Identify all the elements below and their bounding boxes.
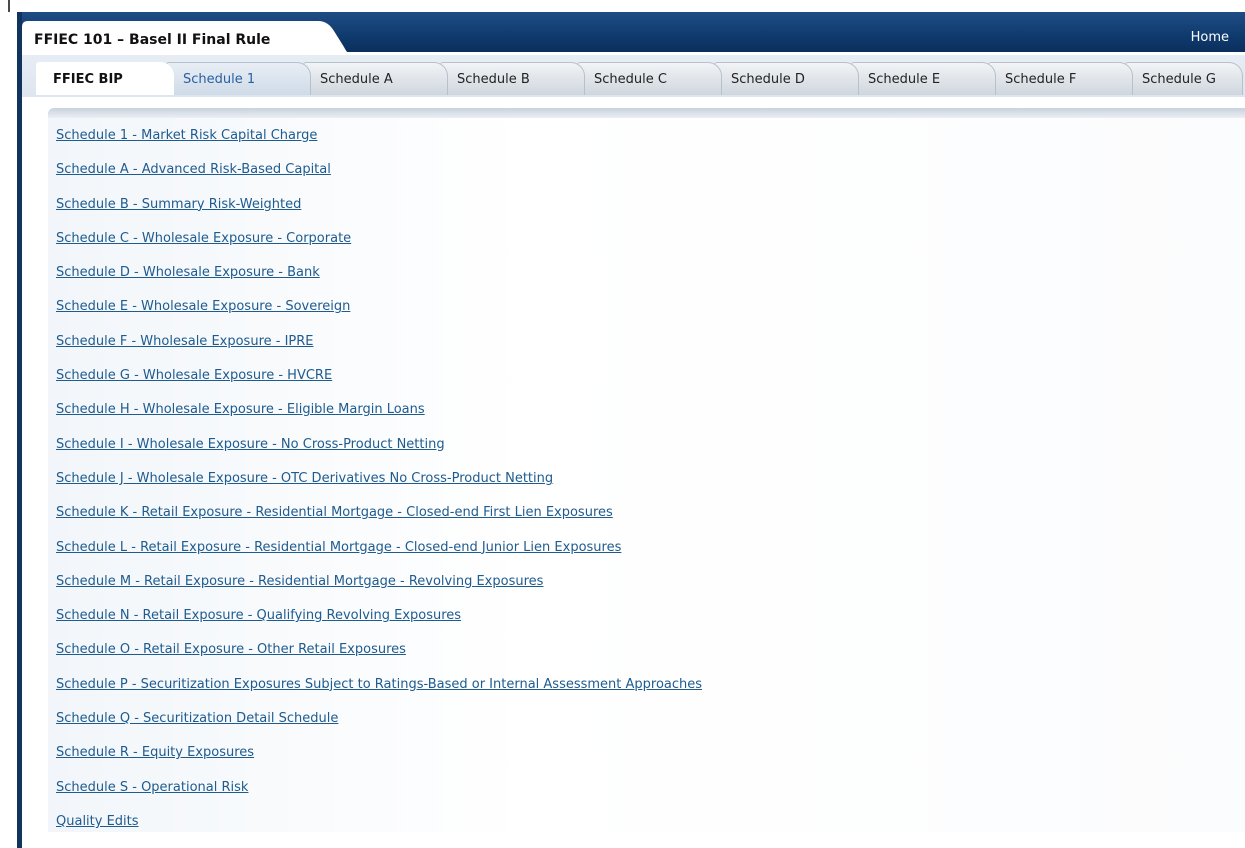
list-item: Schedule C - Wholesale Exposure - Corpor… (56, 227, 702, 261)
list-item: Schedule S - Operational Risk (56, 776, 702, 810)
schedule-g-link[interactable]: Schedule G - Wholesale Exposure - HVCRE (56, 368, 332, 383)
schedule-a-link[interactable]: Schedule A - Advanced Risk-Based Capital (56, 162, 331, 177)
schedule-l-link[interactable]: Schedule L - Retail Exposure - Residenti… (56, 540, 621, 555)
list-item: Schedule L - Retail Exposure - Residenti… (56, 536, 702, 570)
schedule-link-list: Schedule 1 - Market Risk Capital Charge … (56, 124, 702, 844)
schedule-k-link[interactable]: Schedule K - Retail Exposure - Residenti… (56, 505, 613, 520)
list-item: Schedule O - Retail Exposure - Other Ret… (56, 638, 702, 672)
schedule-n-link[interactable]: Schedule N - Retail Exposure - Qualifyin… (56, 608, 461, 623)
schedule-h-link[interactable]: Schedule H - Wholesale Exposure - Eligib… (56, 402, 425, 417)
list-item: Schedule P - Securitization Exposures Su… (56, 673, 702, 707)
schedule-d-link[interactable]: Schedule D - Wholesale Exposure - Bank (56, 265, 320, 280)
tab-label: Schedule A (320, 72, 393, 87)
schedule-p-link[interactable]: Schedule P - Securitization Exposures Su… (56, 677, 702, 692)
list-item: Schedule G - Wholesale Exposure - HVCRE (56, 364, 702, 398)
tab-schedule-a[interactable]: Schedule A (303, 62, 448, 95)
list-item: Quality Edits (56, 810, 702, 844)
schedule-e-link[interactable]: Schedule E - Wholesale Exposure - Sovere… (56, 299, 350, 314)
schedule-i-link[interactable]: Schedule I - Wholesale Exposure - No Cro… (56, 437, 445, 452)
app-frame: FFIEC 101 – Basel II Final Rule Home FFI… (0, 0, 1245, 848)
list-item: Schedule K - Retail Exposure - Residenti… (56, 501, 702, 535)
schedule-s-link[interactable]: Schedule S - Operational Risk (56, 780, 248, 795)
tab-schedule-b[interactable]: Schedule B (440, 62, 585, 95)
list-item: Schedule R - Equity Exposures (56, 741, 702, 775)
title-tab: FFIEC 101 – Basel II Final Rule (22, 21, 352, 55)
schedule-b-link[interactable]: Schedule B - Summary Risk-Weighted (56, 197, 301, 212)
tab-schedule-d[interactable]: Schedule D (714, 62, 859, 95)
schedule-r-link[interactable]: Schedule R - Equity Exposures (56, 745, 254, 760)
schedule-f-link[interactable]: Schedule F - Wholesale Exposure - IPRE (56, 334, 314, 349)
schedule-o-link[interactable]: Schedule O - Retail Exposure - Other Ret… (56, 642, 406, 657)
tab-label: Schedule B (457, 72, 530, 87)
list-item: Schedule A - Advanced Risk-Based Capital (56, 158, 702, 192)
tab-schedule-e[interactable]: Schedule E (851, 62, 996, 95)
list-item: Schedule B - Summary Risk-Weighted (56, 193, 702, 227)
tab-label: FFIEC BIP (53, 72, 123, 87)
list-item: Schedule F - Wholesale Exposure - IPRE (56, 330, 702, 364)
list-item: Schedule Q - Securitization Detail Sched… (56, 707, 702, 741)
tab-label: Schedule D (731, 72, 805, 87)
schedule-c-link[interactable]: Schedule C - Wholesale Exposure - Corpor… (56, 231, 351, 246)
tab-label: Schedule F (1005, 72, 1077, 87)
window-edge-line (8, 0, 10, 12)
schedule-m-link[interactable]: Schedule M - Retail Exposure - Residenti… (56, 574, 543, 589)
list-item: Schedule H - Wholesale Exposure - Eligib… (56, 398, 702, 432)
tab-schedule-g[interactable]: Schedule G (1125, 62, 1243, 95)
tab-schedule-1[interactable]: Schedule 1 (166, 62, 311, 95)
tab-ffiec-bip[interactable]: FFIEC BIP (36, 62, 174, 95)
tab-label: Schedule G (1142, 72, 1216, 87)
tab-label: Schedule E (868, 72, 941, 87)
quality-edits-link[interactable]: Quality Edits (56, 814, 139, 829)
page-title: FFIEC 101 – Basel II Final Rule (34, 32, 271, 48)
schedule-q-link[interactable]: Schedule Q - Securitization Detail Sched… (56, 711, 338, 726)
list-item: Schedule E - Wholesale Exposure - Sovere… (56, 295, 702, 329)
tab-label: Schedule 1 (183, 72, 256, 87)
home-link[interactable]: Home (1191, 30, 1229, 45)
list-item: Schedule 1 - Market Risk Capital Charge (56, 124, 702, 158)
tab-schedule-f[interactable]: Schedule F (988, 62, 1133, 95)
tab-schedule-c[interactable]: Schedule C (577, 62, 722, 95)
list-item: Schedule N - Retail Exposure - Qualifyin… (56, 604, 702, 638)
schedule-1-link[interactable]: Schedule 1 - Market Risk Capital Charge (56, 128, 317, 143)
schedule-j-link[interactable]: Schedule J - Wholesale Exposure - OTC De… (56, 471, 553, 486)
list-item: Schedule M - Retail Exposure - Residenti… (56, 570, 702, 604)
tab-bar: FFIEC BIP Schedule 1 Schedule A Schedule… (36, 62, 1243, 97)
app-left-border (17, 12, 22, 848)
list-item: Schedule I - Wholesale Exposure - No Cro… (56, 433, 702, 467)
tab-label: Schedule C (594, 72, 667, 87)
list-item: Schedule J - Wholesale Exposure - OTC De… (56, 467, 702, 501)
list-item: Schedule D - Wholesale Exposure - Bank (56, 261, 702, 295)
